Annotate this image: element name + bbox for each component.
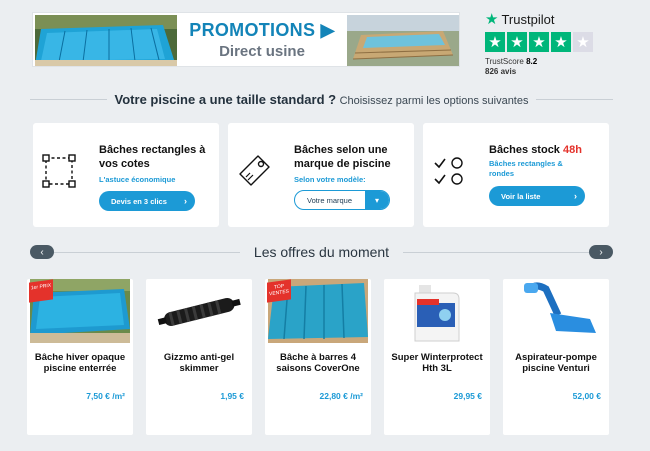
product-name: Super Winterprotect Hth 3L <box>391 352 483 374</box>
pool-cover-photo <box>35 15 177 66</box>
promotions-title: PROMOTIONS ▶ <box>189 20 335 40</box>
option-hint: Bâches rectangles & rondes <box>489 159 563 178</box>
chevron-right-icon: › <box>184 196 187 206</box>
star-icon: ★ <box>573 32 593 52</box>
resize-frame-icon <box>42 154 76 188</box>
trustpilot-rating-stars: ★ ★ ★ ★ ★ <box>485 32 615 52</box>
product-name: Bâche hiver opaque piscine enterrée <box>34 352 126 374</box>
product-price: 7,50 € /m² <box>86 391 125 401</box>
star-icon: ★ <box>485 32 505 52</box>
tag-icon <box>239 155 270 186</box>
product-ribbon: TOP VENTES <box>267 279 291 303</box>
winterprotect-bottle-photo <box>387 279 487 343</box>
offers-title: Les offres du moment <box>253 244 390 260</box>
review-count: 826 avis <box>485 67 517 76</box>
trustscore-value: 8.2 <box>526 57 538 66</box>
carousel-prev-button[interactable]: ‹ <box>30 245 54 259</box>
option-hint: L'astuce économique <box>99 175 176 184</box>
product-name: Gizzmo anti-gel skimmer <box>163 352 235 374</box>
chevron-left-icon: ‹ <box>40 246 44 258</box>
quote-button[interactable]: Devis en 3 clics › <box>99 191 195 211</box>
option-title: Bâches selon une marque de piscine <box>294 144 391 170</box>
trustscore: TrustScore 8.2 <box>485 57 615 66</box>
checklist-icon <box>434 157 463 185</box>
view-list-button[interactable]: Voir la liste › <box>489 186 585 206</box>
brand-select-value: Votre marque <box>307 195 353 205</box>
divider <box>403 251 589 253</box>
skimmer-gizzmo-photo <box>149 279 249 343</box>
chevron-right-icon: › <box>574 191 577 201</box>
promotions-banner[interactable]: PROMOTIONS ▶ Direct usine <box>32 12 460 67</box>
offers-heading: ‹ Les offres du moment › <box>30 244 613 260</box>
product-card[interactable]: Super Winterprotect Hth 3L 29,95 € <box>384 279 490 435</box>
option-title-text: Bâches stock <box>489 144 563 156</box>
chevron-right-icon: › <box>599 246 603 258</box>
star-icon: ★ <box>507 32 527 52</box>
option-card-brand: Bâches selon une marque de piscine Selon… <box>228 123 414 227</box>
wood-pool-photo <box>347 15 459 66</box>
product-card[interactable]: Gizzmo anti-gel skimmer 1,95 € <box>146 279 252 435</box>
venturi-vacuum-photo <box>506 279 606 343</box>
product-name: Bâche à barres 4 saisons CoverOne <box>276 352 360 374</box>
section-title: Votre piscine a une taille standard ? <box>114 92 337 107</box>
product-name: Aspirateur-pompe piscine Venturi <box>515 352 597 374</box>
product-card[interactable]: TOP VENTES Bâche à barres 4 saisons Cove… <box>265 279 371 435</box>
trustpilot-star-icon: ★ <box>485 11 499 28</box>
product-price: 52,00 € <box>572 391 601 401</box>
option-card-stock: Bâches stock 48h Bâches rectangles & ron… <box>423 123 609 227</box>
divider <box>536 99 614 100</box>
promotions-subtitle: Direct usine <box>219 43 305 60</box>
product-price: 22,80 € /m² <box>319 391 363 401</box>
product-ribbon: 1er PRIX <box>29 279 53 303</box>
standard-size-heading: Votre piscine a une taille standard ? Ch… <box>30 92 614 107</box>
chevron-down-icon: ▾ <box>365 191 389 209</box>
trustpilot-logo: ★ Trustpilot <box>485 12 615 27</box>
option-card-rectangle: Bâches rectangles à vos cotes L'astuce é… <box>33 123 219 227</box>
product-price: 1,95 € <box>220 391 244 401</box>
product-card[interactable]: 1er PRIX Bâche hiver opaque piscine ente… <box>27 279 133 435</box>
section-subtitle: Choisissez parmi les options suivantes <box>339 95 529 107</box>
star-icon: ★ <box>529 32 549 52</box>
product-price: 29,95 € <box>453 391 482 401</box>
star-icon: ★ <box>551 32 571 52</box>
option-title: Bâches stock 48h <box>489 143 603 157</box>
trustpilot-brand: Trustpilot <box>501 12 555 27</box>
option-hint: Selon votre modèle: <box>294 175 366 184</box>
quote-button-label: Devis en 3 clics <box>111 196 167 206</box>
trustpilot-widget[interactable]: ★ Trustpilot ★ ★ ★ ★ ★ TrustScore 8.2 826 av… <box>485 12 615 76</box>
product-card[interactable]: Aspirateur-pompe piscine Venturi 52,00 € <box>503 279 609 435</box>
trustscore-label: TrustScore <box>485 57 524 66</box>
option-title: Bâches rectangles à vos cotes <box>99 144 206 170</box>
view-list-button-label: Voir la liste <box>501 191 541 201</box>
carousel-next-button[interactable]: › <box>589 245 613 259</box>
option-title-accent: 48h <box>562 144 582 156</box>
brand-select[interactable]: Votre marque ▾ <box>294 190 390 210</box>
divider <box>54 251 240 253</box>
divider <box>30 99 107 100</box>
